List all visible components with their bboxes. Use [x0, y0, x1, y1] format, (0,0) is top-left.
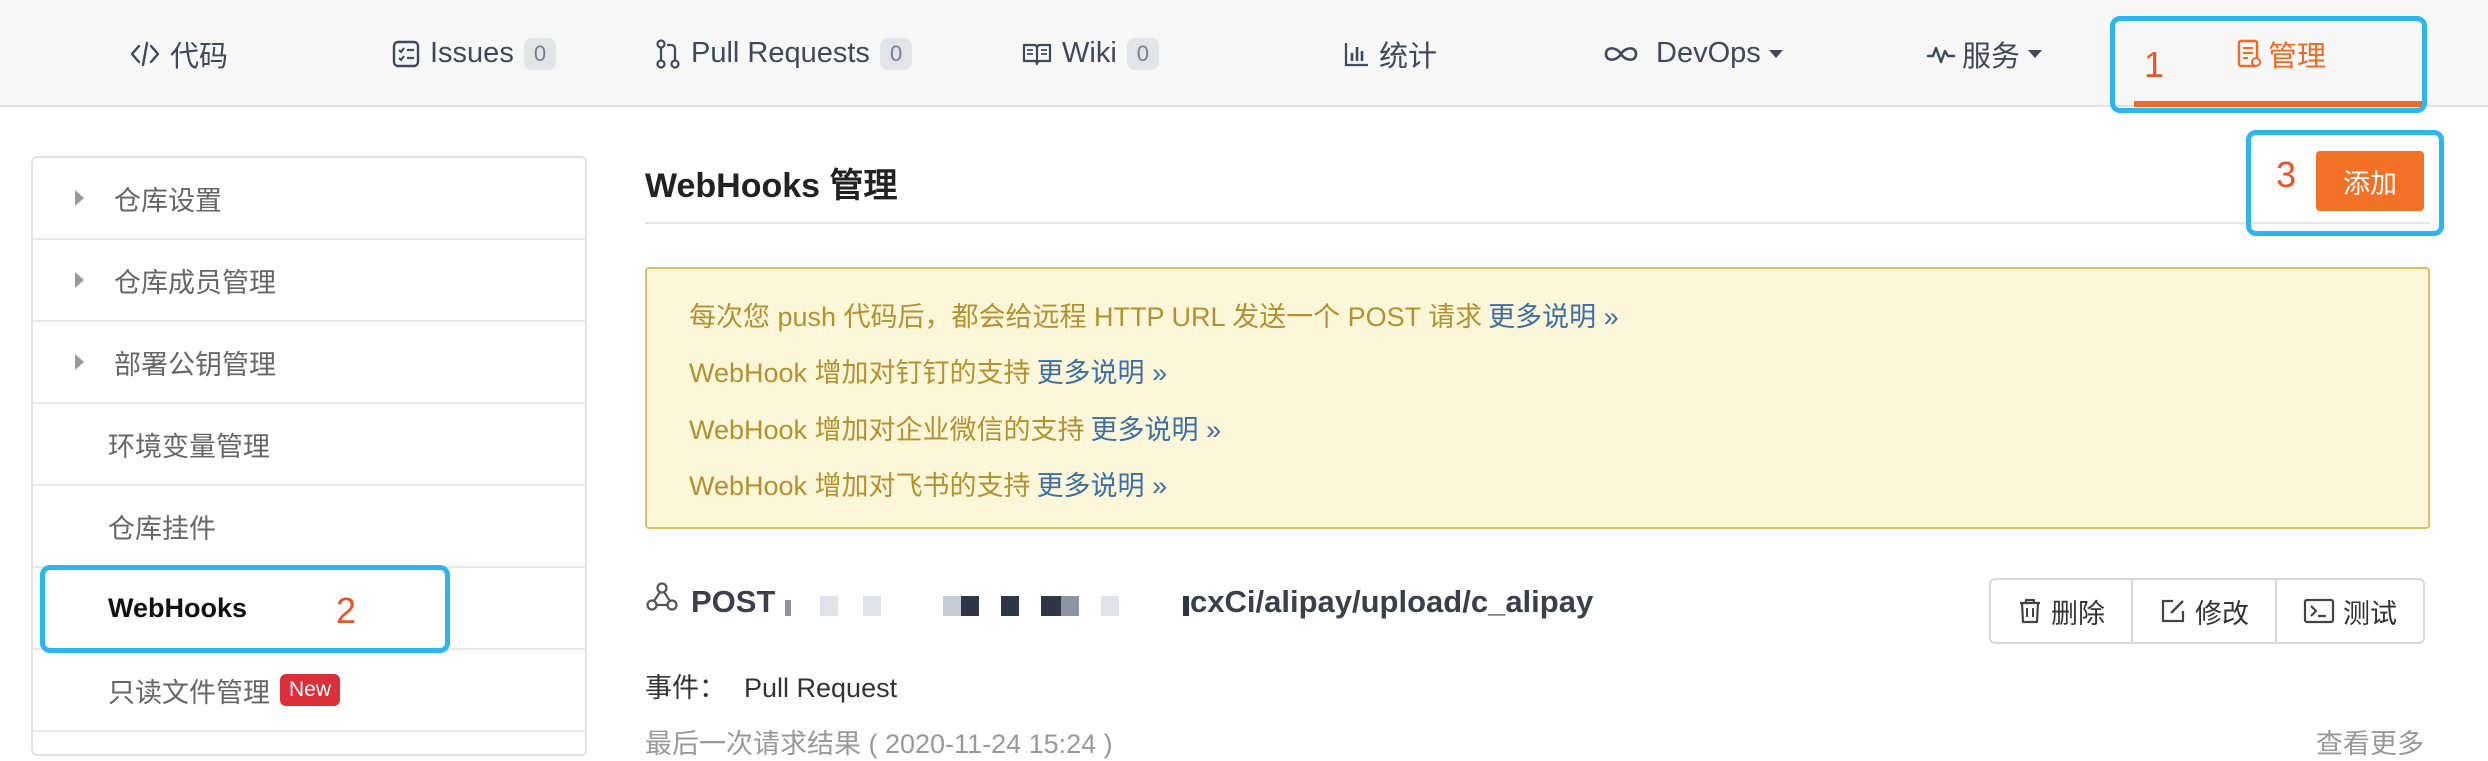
- edit-icon: [2161, 599, 2185, 623]
- book-icon: [1022, 42, 1052, 66]
- tab-statistics-label: 统计: [1379, 40, 1438, 73]
- test-button[interactable]: 测试: [2277, 580, 2423, 642]
- tab-issues[interactable]: Issues 0: [392, 0, 557, 107]
- sidebar-item-env-vars[interactable]: 环境变量管理: [33, 404, 585, 486]
- tab-issues-label: Issues: [430, 37, 514, 69]
- sidebar-item-label: 仓库挂件: [108, 513, 216, 544]
- tab-pull-requests[interactable]: Pull Requests 0: [655, 0, 913, 107]
- infinity-icon: [1602, 43, 1640, 65]
- tab-devops[interactable]: DevOps: [1602, 0, 1783, 107]
- tab-wiki-label: Wiki: [1062, 37, 1117, 69]
- events-value: Pull Request: [744, 673, 898, 703]
- tab-devops-label: DevOps: [1656, 37, 1761, 69]
- more-info-link[interactable]: 更多说明 »: [1091, 415, 1222, 445]
- webhook-method: POST: [691, 584, 776, 619]
- webhook-actions: 删除 修改 测试: [1989, 578, 2425, 644]
- issues-count: 0: [523, 37, 557, 70]
- new-badge: New: [280, 674, 341, 706]
- pulse-icon: [1926, 42, 1956, 66]
- tab-manage-label: 管理: [2268, 40, 2327, 73]
- delete-label: 删除: [2051, 598, 2105, 629]
- sidebar-item-label: 只读文件管理: [108, 677, 270, 708]
- annotation-number-1: 1: [2144, 44, 2165, 85]
- sidebar-item-label: 仓库成员管理: [114, 267, 276, 298]
- wiki-count: 0: [1126, 37, 1160, 70]
- active-tab-indicator: [2134, 101, 2424, 107]
- sidebar-item-deploy-keys[interactable]: 部署公钥管理: [33, 322, 585, 404]
- pull-request-icon: [655, 38, 681, 69]
- terminal-icon: [2303, 598, 2335, 624]
- add-webhook-button[interactable]: 添加: [2316, 151, 2424, 211]
- notice-text: 每次您 push 代码后，都会给远程 HTTP URL 发送一个 POST 请求: [689, 302, 1483, 332]
- notice-text: WebHook 增加对飞书的支持: [689, 471, 1031, 501]
- tab-manage[interactable]: 管理: [2236, 0, 2326, 107]
- chevron-down-icon: [2028, 49, 2043, 58]
- notice-text: WebHook 增加对钉钉的支持: [689, 358, 1031, 388]
- sidebar-item-label: 环境变量管理: [108, 431, 270, 462]
- webhook-item: POST cxCi/alipay/upload/c_alipay 删除 修改 测…: [645, 578, 2430, 648]
- trash-icon: [2020, 598, 2040, 624]
- test-label: 测试: [2343, 598, 2397, 629]
- sidebar-item-label: 部署公钥管理: [114, 349, 276, 380]
- annotation-number-3: 3: [2276, 154, 2297, 195]
- sidebar-item-members[interactable]: 仓库成员管理: [33, 240, 585, 322]
- tab-services[interactable]: 服务: [1926, 0, 2043, 107]
- tab-wiki[interactable]: Wiki 0: [1022, 0, 1160, 107]
- annotation-number-2: 2: [336, 590, 357, 631]
- sidebar-item-label: 仓库设置: [114, 185, 222, 216]
- top-navigation: 代码 Issues 0 Pull Requests 0 Wiki 0 统计 De…: [0, 0, 2488, 107]
- tab-statistics[interactable]: 统计: [1343, 0, 1437, 107]
- chevron-right-icon: [75, 354, 84, 370]
- bar-chart-icon: [1343, 41, 1369, 67]
- issues-icon: [392, 40, 420, 68]
- document-icon: [2236, 39, 2262, 69]
- sidebar-item-label: WebHooks: [108, 592, 248, 623]
- edit-label: 修改: [2195, 598, 2249, 629]
- webhook-url-text: cxCi/alipay/upload/c_alipay: [1190, 584, 1594, 619]
- more-info-link[interactable]: 更多说明 »: [1488, 302, 1619, 332]
- sidebar-item-webhooks[interactable]: WebHooks: [33, 568, 585, 650]
- tab-code-label: 代码: [170, 40, 229, 73]
- notice-line: WebHook 增加对钉钉的支持 更多说明 »: [689, 351, 1167, 390]
- chevron-right-icon: [75, 190, 84, 206]
- edit-button[interactable]: 修改: [2133, 580, 2277, 642]
- notice-line: WebHook 增加对企业微信的支持 更多说明 »: [689, 408, 1221, 447]
- notice-line: WebHook 增加对飞书的支持 更多说明 »: [689, 464, 1167, 503]
- more-info-link[interactable]: 更多说明 »: [1037, 471, 1168, 501]
- sidebar-item-widgets[interactable]: 仓库挂件: [33, 486, 585, 568]
- sidebar-item-repo-settings[interactable]: 仓库设置: [33, 158, 585, 240]
- settings-sidebar: 仓库设置 仓库成员管理 部署公钥管理 环境变量管理 仓库挂件 WebHooks …: [31, 156, 587, 756]
- sidebar-item-readonly-files[interactable]: 只读文件管理 New: [33, 650, 585, 732]
- chevron-right-icon: [75, 272, 84, 288]
- title-divider: [645, 222, 2430, 224]
- tab-code[interactable]: 代码: [130, 0, 228, 107]
- tab-pull-requests-label: Pull Requests: [691, 37, 870, 69]
- notice-text: WebHook 增加对企业微信的支持: [689, 415, 1085, 445]
- pull-requests-count: 0: [879, 37, 913, 70]
- code-icon: [130, 41, 160, 67]
- tab-services-label: 服务: [1962, 40, 2021, 73]
- delete-button[interactable]: 删除: [1991, 580, 2133, 642]
- chevron-down-icon: [1768, 49, 1783, 58]
- webhook-events: 事件： Pull Request: [645, 666, 897, 705]
- notice-line: 每次您 push 代码后，都会给远程 HTTP URL 发送一个 POST 请求…: [689, 295, 1619, 334]
- more-info-link[interactable]: 更多说明 »: [1037, 358, 1168, 388]
- events-label: 事件：: [645, 673, 726, 703]
- webhook-icon: [645, 580, 679, 619]
- page-title: WebHooks 管理: [645, 167, 898, 205]
- info-notice: 每次您 push 代码后，都会给远程 HTTP URL 发送一个 POST 请求…: [645, 267, 2430, 529]
